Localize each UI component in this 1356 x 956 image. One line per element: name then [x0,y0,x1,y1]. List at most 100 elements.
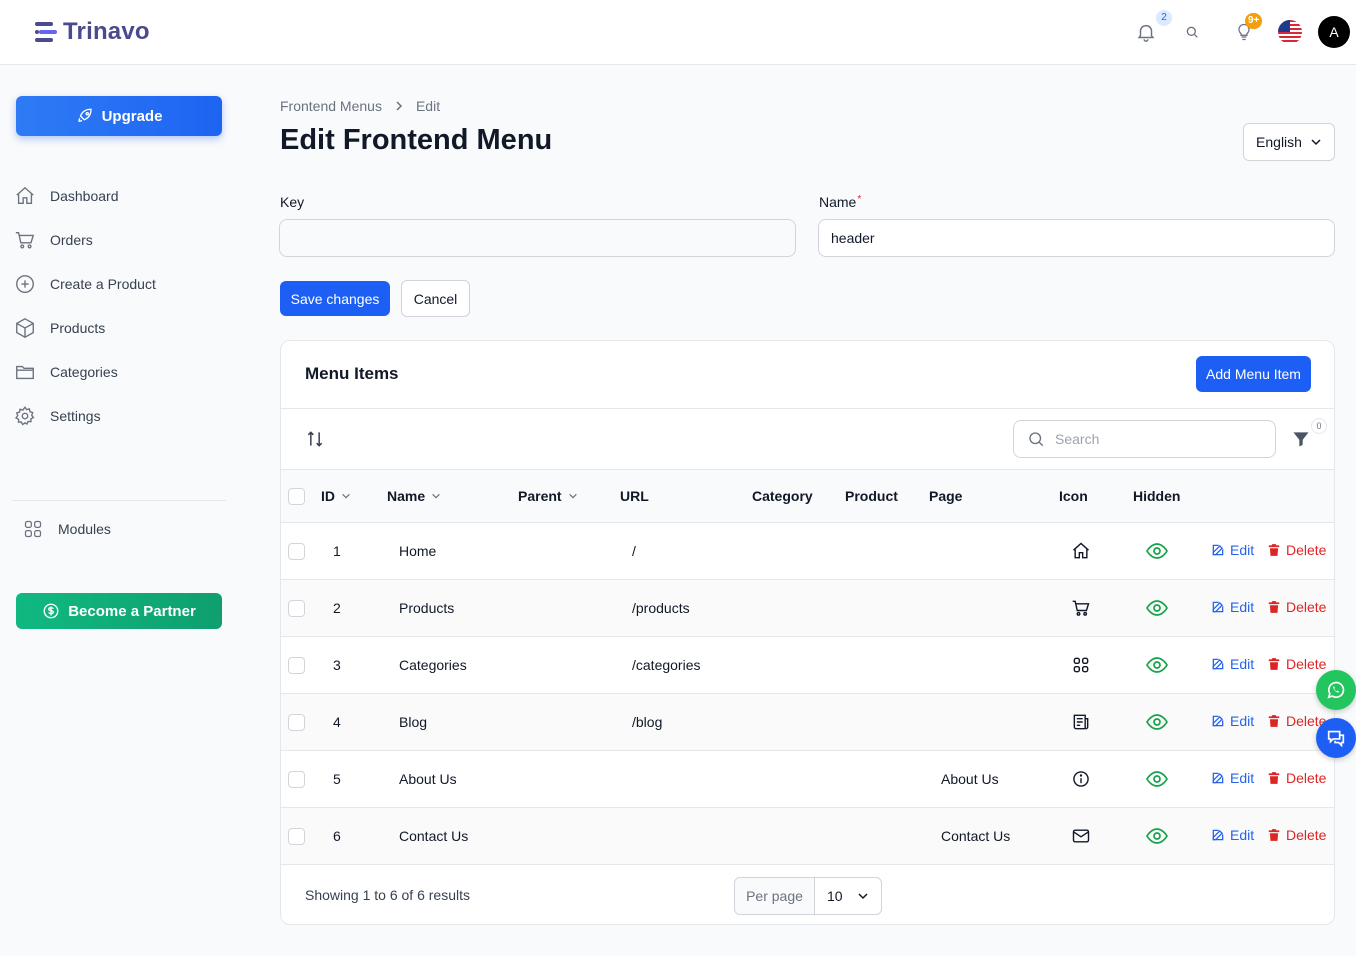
upgrade-button[interactable]: Upgrade [16,96,222,136]
name-label: Name [819,194,857,210]
sidebar-item-orders[interactable]: Orders [12,222,228,258]
table-row: 6 Contact Us Contact Us Edit Delete [281,808,1334,865]
row-id: 2 [333,600,341,616]
table-row: 5 About Us About Us Edit Delete [281,751,1334,808]
row-checkbox[interactable] [288,828,305,845]
language-flag-button[interactable] [1276,18,1304,46]
search-field[interactable]: Search [1013,420,1276,458]
edit-icon [1211,771,1225,785]
sidebar-item-label: Modules [58,521,111,537]
sidebar-item-dashboard[interactable]: Dashboard [12,178,228,214]
row-page: About Us [941,771,999,787]
row-name: Contact Us [399,828,469,844]
sidebar-item-label: Settings [50,408,101,424]
edit-link[interactable]: Edit [1211,656,1254,672]
column-header-label: Parent [518,488,562,504]
column-header-id[interactable]: ID [321,488,351,504]
table-header: ID Name Parent URL Category Product Page… [281,469,1334,523]
row-checkbox[interactable] [288,600,305,617]
edit-icon [1211,600,1225,614]
visible-eye-icon[interactable] [1145,712,1169,732]
edit-link[interactable]: Edit [1211,599,1254,615]
delete-link[interactable]: Delete [1267,713,1326,729]
delete-link[interactable]: Delete [1267,656,1326,672]
delete-link[interactable]: Delete [1267,827,1326,843]
visible-eye-icon[interactable] [1145,598,1169,618]
visible-eye-icon[interactable] [1145,826,1169,846]
edit-link[interactable]: Edit [1211,827,1254,843]
delete-label: Delete [1286,770,1327,786]
edit-label: Edit [1230,599,1255,615]
app-logo[interactable]: Trinavo [33,18,150,46]
delete-link[interactable]: Delete [1267,770,1326,786]
edit-link[interactable]: Edit [1211,770,1254,786]
key-input[interactable] [279,219,796,257]
sidebar: Upgrade Dashboard Orders Create a Produc… [0,65,240,956]
trash-icon [1267,657,1281,671]
delete-link[interactable]: Delete [1267,599,1326,615]
name-input[interactable] [818,219,1335,257]
sidebar-item-label: Dashboard [50,188,119,204]
row-checkbox[interactable] [288,657,305,674]
sidebar-item-settings[interactable]: Settings [12,398,228,434]
whatsapp-icon [1325,679,1347,701]
row-id: 1 [333,543,341,559]
gear-icon [14,405,36,427]
edit-link[interactable]: Edit [1211,713,1254,729]
per-page-value: 10 [827,888,843,904]
edit-link[interactable]: Edit [1211,542,1254,558]
cancel-button[interactable]: Cancel [401,280,470,317]
per-page-select[interactable]: Per page 10 [734,877,882,915]
row-checkbox[interactable] [288,714,305,731]
row-name: Blog [399,714,428,730]
become-partner-button[interactable]: Become a Partner [16,593,222,629]
chevron-down-icon [431,491,441,501]
sidebar-item-create-product[interactable]: Create a Product [12,266,228,302]
whatsapp-button[interactable] [1316,670,1356,710]
sidebar-item-categories[interactable]: Categories [12,354,228,390]
tips-badge: 9+ [1245,13,1263,29]
search-button[interactable] [1178,18,1206,46]
row-id: 5 [333,771,341,787]
sort-button[interactable] [305,429,325,449]
column-header-parent[interactable]: Parent [518,488,578,504]
column-header-hidden: Hidden [1133,488,1181,504]
row-id: 4 [333,714,341,730]
modules-icon [22,518,44,540]
rocket-icon [76,107,94,125]
sidebar-item-modules[interactable]: Modules [20,511,236,547]
edit-label: Edit [1230,713,1255,729]
per-page-value-wrap[interactable]: 10 [815,878,881,914]
notifications-button[interactable] [1132,18,1160,46]
per-page-label: Per page [735,878,815,914]
breadcrumb-parent-link[interactable]: Frontend Menus [280,98,382,114]
sidebar-item-label: Create a Product [50,276,156,292]
delete-label: Delete [1286,599,1327,615]
delete-link[interactable]: Delete [1267,542,1326,558]
edit-label: Edit [1230,770,1255,786]
chevron-down-icon [341,491,351,501]
sidebar-item-label: Products [50,320,106,336]
visible-eye-icon[interactable] [1145,655,1169,675]
chat-button[interactable] [1316,718,1356,758]
language-select[interactable]: English [1243,123,1335,161]
trash-icon [1267,600,1281,614]
row-checkbox[interactable] [288,543,305,560]
column-header-name[interactable]: Name [387,488,441,504]
visible-eye-icon[interactable] [1145,769,1169,789]
filter-button[interactable] [1291,429,1311,449]
select-all-checkbox[interactable] [288,488,305,505]
visible-eye-icon[interactable] [1145,541,1169,561]
chevron-down-icon [857,890,869,902]
table-row: 1 Home / Edit Delete [281,523,1334,580]
save-changes-button[interactable]: Save changes [280,281,390,316]
chevron-down-icon [568,491,578,501]
key-label: Key [280,194,305,210]
edit-icon [1211,828,1225,842]
row-checkbox[interactable] [288,771,305,788]
add-menu-item-button[interactable]: Add Menu Item [1196,356,1311,392]
edit-label: Edit [1230,827,1255,843]
menu-items-title: Menu Items [305,364,399,383]
sidebar-item-products[interactable]: Products [12,310,228,346]
user-avatar[interactable]: A [1318,16,1350,48]
